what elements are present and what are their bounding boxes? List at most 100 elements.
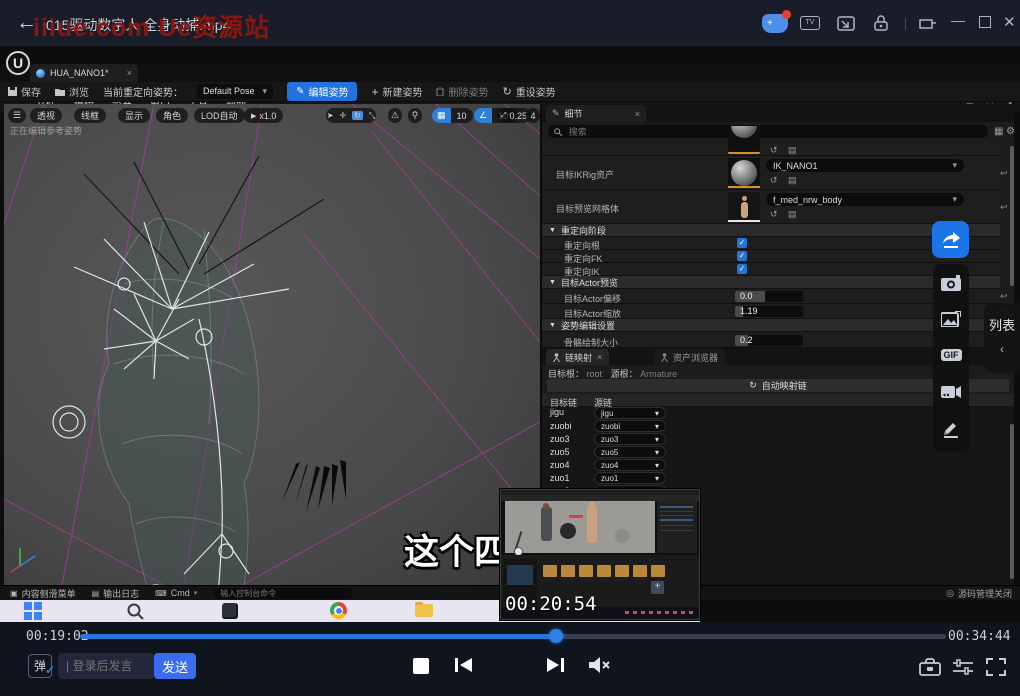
ue-toolbar: 保存 浏览 当前重定向姿势： Default Pose▾ ✎编辑姿势 +新建姿势… xyxy=(0,82,1020,102)
row-bone-size: 骨骼绘制大小 0.2 xyxy=(542,332,1000,348)
lock-icon[interactable] xyxy=(873,14,889,32)
cast-icon[interactable] xyxy=(837,16,855,31)
camera-speed: 4 xyxy=(526,108,540,123)
fullscreen-button[interactable] xyxy=(986,658,1006,676)
viewport-mode-show: 显示 xyxy=(118,108,150,123)
viewport-menu-icon: ☰ xyxy=(8,108,26,123)
details-scrollbar xyxy=(1010,146,1014,286)
viewport-playspeed: ▶x1.0 xyxy=(244,108,283,123)
details-tab-close-icon: × xyxy=(635,109,640,119)
actor-offset-field: 0.0 xyxy=(735,291,803,302)
pip-preview[interactable]: + 00:20:54 xyxy=(500,489,700,620)
chain-source-dropdown: zuo1▾ xyxy=(594,472,666,484)
reset-icon: ↩ xyxy=(1000,168,1008,179)
row-actor-offset: 目标Actor偏移 0.0 xyxy=(542,289,1000,304)
settings-sliders-icon[interactable] xyxy=(953,658,973,676)
previous-button[interactable] xyxy=(454,656,474,674)
maximize-icon[interactable] xyxy=(979,16,991,28)
watermark-text: iiiue.com Ue资源站 xyxy=(33,8,270,44)
reset-icon: ↩ xyxy=(1000,291,1008,302)
checkbox-checked: ✓ xyxy=(737,264,747,274)
chain-source-dropdown: jigu▾ xyxy=(594,407,666,419)
miniplayer-icon[interactable] xyxy=(919,17,937,30)
scale-icon: ⤡ xyxy=(369,111,375,121)
capture-dock: GIF xyxy=(933,264,969,452)
progress-thumb[interactable] xyxy=(549,629,563,643)
details-row-mesh: 目标预览网格体 f_med_nrw_body▾ ↺ ▤ xyxy=(542,190,1000,224)
details-search xyxy=(548,125,988,138)
ue-viewport: ☰ 透视 线框 显示 角色 LOD自动 ▶x1.0 ➤ ✛ ↻ ⤡ ⚠ ⚲ ▦1… xyxy=(4,104,540,585)
danmaku-input[interactable] xyxy=(58,653,154,679)
ue-save-button: 保存 xyxy=(8,84,41,99)
chevron-left-icon: ‹ xyxy=(984,342,1020,356)
minimize-icon[interactable]: — xyxy=(951,12,965,28)
duration: 00:34:44 xyxy=(948,629,1011,644)
video-record-icon[interactable] xyxy=(933,376,969,406)
details-tab: ✎ 细节 × xyxy=(546,105,646,122)
next-button[interactable] xyxy=(545,656,565,674)
use-selected-icon: ↺ xyxy=(770,145,778,156)
mute-button[interactable] xyxy=(588,656,612,674)
browse-asset-icon: ▤ xyxy=(788,209,797,220)
close-icon[interactable]: ✕ xyxy=(1003,13,1016,31)
mesh-label: 目标预览网格体 xyxy=(556,202,619,215)
pip-viewport xyxy=(505,501,655,553)
screenshot-camera-icon[interactable] xyxy=(933,268,969,298)
person-icon xyxy=(661,353,668,362)
pip-timestamp: 00:20:54 xyxy=(505,593,597,615)
refresh-icon: ↻ xyxy=(749,380,757,391)
ue-pose-dropdown: Default Pose▾ xyxy=(197,84,273,99)
drawer-icon: ▣ xyxy=(10,589,18,598)
ue-pose-label: 当前重定向姿势： xyxy=(103,84,183,99)
row-actor-scale: 目标Actor缩放 1.19 xyxy=(542,304,1000,319)
ue-tab-close-icon: × xyxy=(127,68,132,78)
stop-button[interactable] xyxy=(413,658,429,674)
tv-icon[interactable]: TV xyxy=(800,16,820,30)
chain-map-tab: 链映射× xyxy=(546,349,609,365)
angle-snap-icon: ∠ xyxy=(474,108,492,123)
ue-tabrow xyxy=(0,64,1020,82)
use-selected-icon: ↺ xyxy=(770,175,778,186)
playlist-tab-label: 列表 xyxy=(989,318,1015,333)
ue-delete-pose-button: 删除姿势 xyxy=(436,84,488,99)
cmd-dropdown: ⌨Cmd▾ xyxy=(155,588,197,598)
viewport-mode-wireframe: 线框 xyxy=(74,108,106,123)
viewport-mode-perspective: 透视 xyxy=(30,108,62,123)
snap-warning-icon: ⚠ xyxy=(388,108,402,123)
progress-bar[interactable] xyxy=(80,634,946,639)
chain-tab-close-icon: × xyxy=(597,352,602,362)
browse-asset-icon: ▤ xyxy=(788,175,797,186)
snap-actor-icon: ⚲ xyxy=(408,108,422,123)
danmaku-toggle[interactable]: 弹✓ xyxy=(28,654,52,678)
details-icon: ✎ xyxy=(552,108,560,119)
chain-scrollbar xyxy=(1010,424,1014,579)
details-grid-icon: ▦ xyxy=(994,126,1003,137)
toolbox-icon[interactable] xyxy=(919,658,941,676)
viewport-lod: LOD自动 xyxy=(194,108,245,123)
search-icon xyxy=(554,128,562,136)
titlebar: ← 015驱动数字人 全身动捕.mp4 iiiue.com Ue资源站 + TV… xyxy=(0,0,1020,46)
player-window: ← 015驱动数字人 全身动捕.mp4 iiiue.com Ue资源站 + TV… xyxy=(0,0,1020,696)
subtitle-text: 这个四 xyxy=(404,524,509,575)
log-icon: ▤ xyxy=(92,589,100,598)
actor-scale-field: 1.19 xyxy=(735,306,803,317)
bone-size-field: 0.2 xyxy=(735,335,803,346)
gamepad-icon[interactable]: + xyxy=(762,14,788,33)
annotate-pencil-icon[interactable] xyxy=(933,414,969,444)
grid-snap: ▦10 xyxy=(432,108,473,123)
image-capture-icon[interactable] xyxy=(933,304,969,334)
ue-asset-tab: HUA_NANO1* × xyxy=(30,64,138,82)
check-icon: ✓ xyxy=(45,659,55,681)
start-icon xyxy=(24,602,42,620)
gif-record-icon[interactable]: GIF xyxy=(933,340,969,370)
share-button[interactable] xyxy=(932,221,969,258)
chain-source-dropdown: zuo5▾ xyxy=(594,446,666,458)
source-control-status: ◎源码管理关闭 xyxy=(946,587,1012,600)
persona-icon xyxy=(36,69,45,78)
ue-new-pose-button: +新建姿势 xyxy=(371,84,422,99)
playlist-tab[interactable]: 列表 ‹ xyxy=(984,303,1020,373)
row-retarget-ik: 重定向IK✓ xyxy=(542,263,1000,276)
checkbox-checked: ✓ xyxy=(737,251,747,261)
progress-fill xyxy=(80,634,556,639)
send-button[interactable]: 发送 xyxy=(154,653,196,679)
